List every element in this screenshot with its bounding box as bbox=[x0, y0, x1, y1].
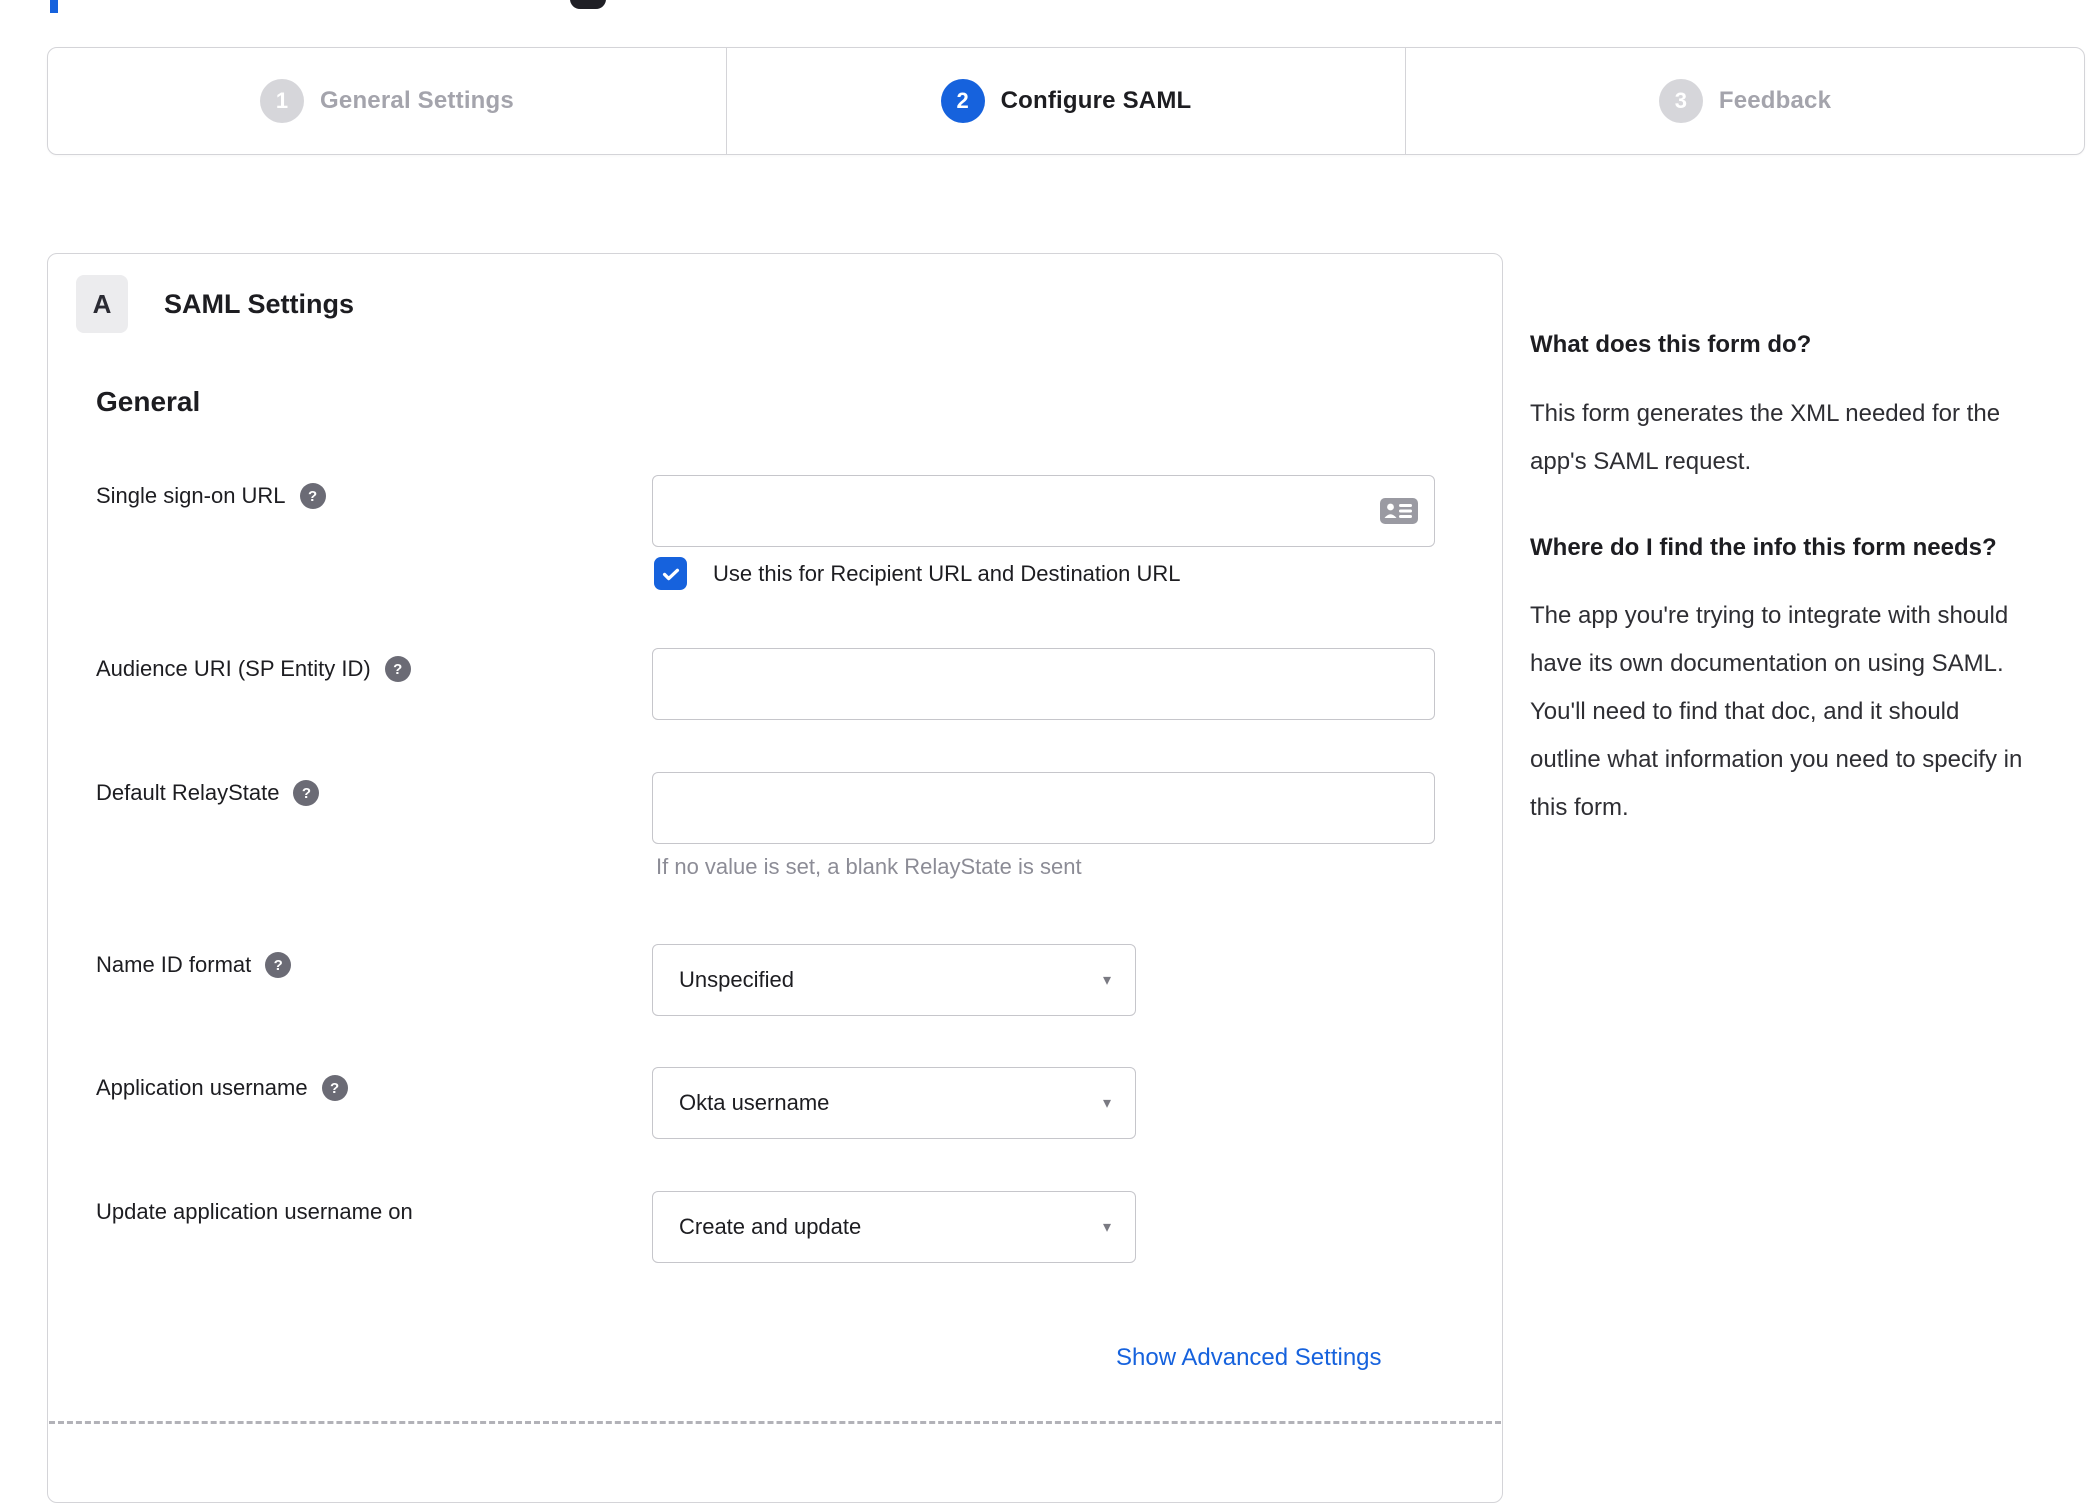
step-feedback[interactable]: 3 Feedback bbox=[1405, 48, 2084, 154]
chevron-down-icon: ▾ bbox=[1102, 1219, 1111, 1236]
help-heading-2: Where do I find the info this form needs… bbox=[1530, 534, 1997, 561]
step-2-number-badge: 2 bbox=[940, 79, 985, 123]
update-username-on-select[interactable]: Create and update ▾ bbox=[652, 1191, 1136, 1263]
name-id-format-label: Name ID format ? bbox=[96, 952, 292, 978]
step-general-settings[interactable]: 1 General Settings bbox=[48, 48, 726, 154]
show-advanced-settings-link[interactable]: Show Advanced Settings bbox=[1116, 1344, 1382, 1372]
audience-uri-label: Audience URI (SP Entity ID) ? bbox=[96, 656, 411, 682]
single-sign-on-url-label: Single sign-on URL ? bbox=[96, 483, 326, 509]
help-icon[interactable]: ? bbox=[384, 656, 411, 682]
application-username-select[interactable]: Okta username ▾ bbox=[652, 1067, 1136, 1139]
name-id-format-value: Unspecified bbox=[679, 967, 794, 992]
step-3-number-badge: 3 bbox=[1658, 79, 1703, 123]
help-body-1: This form generates the XML needed for t… bbox=[1530, 400, 2001, 475]
panel-title: SAML Settings bbox=[164, 289, 355, 319]
step-1-label: General Settings bbox=[320, 87, 514, 114]
chevron-down-icon: ▾ bbox=[1102, 1095, 1111, 1112]
default-relaystate-input-wrap bbox=[652, 772, 1435, 844]
checkmark-icon bbox=[662, 568, 679, 580]
contact-card-icon bbox=[1380, 498, 1418, 524]
dashed-section-divider bbox=[49, 1421, 1501, 1424]
help-icon[interactable]: ? bbox=[321, 1075, 348, 1101]
audience-uri-label-text: Audience URI (SP Entity ID) bbox=[96, 656, 371, 681]
general-section-heading: General bbox=[96, 386, 201, 417]
help-body-2: The app you're trying to integrate with … bbox=[1530, 602, 2023, 821]
audience-uri-input-wrap bbox=[652, 648, 1435, 720]
single-sign-on-url-input[interactable] bbox=[652, 475, 1435, 547]
help-icon[interactable]: ? bbox=[265, 952, 292, 978]
step-1-number-badge: 1 bbox=[260, 79, 305, 123]
saml-settings-panel: A SAML Settings General Single sign-on U… bbox=[47, 253, 1503, 1503]
application-username-value: Okta username bbox=[679, 1090, 830, 1115]
single-sign-on-url-label-text: Single sign-on URL bbox=[96, 483, 286, 508]
single-sign-on-url-input-wrap bbox=[652, 475, 1435, 547]
clipped-blue-fragment bbox=[50, 0, 58, 13]
clipped-dark-icon bbox=[570, 0, 606, 9]
section-a-badge: A bbox=[76, 275, 128, 333]
step-2-label: Configure SAML bbox=[1000, 87, 1192, 114]
application-username-label-text: Application username bbox=[96, 1075, 308, 1100]
wizard-stepper: 1 General Settings 2 Configure SAML 3 Fe… bbox=[47, 47, 2085, 155]
application-username-label: Application username ? bbox=[96, 1075, 348, 1101]
recipient-url-checkbox-label: Use this for Recipient URL and Destinati… bbox=[713, 560, 1181, 586]
default-relaystate-label-text: Default RelayState bbox=[96, 780, 280, 805]
chevron-down-icon: ▾ bbox=[1102, 972, 1111, 989]
name-id-format-select[interactable]: Unspecified ▾ bbox=[652, 944, 1136, 1016]
default-relaystate-input[interactable] bbox=[652, 772, 1435, 844]
step-configure-saml[interactable]: 2 Configure SAML bbox=[726, 48, 1405, 154]
audience-uri-input[interactable] bbox=[652, 648, 1435, 720]
recipient-url-checkbox-row: Use this for Recipient URL and Destinati… bbox=[654, 557, 1181, 590]
relaystate-hint: If no value is set, a blank RelayState i… bbox=[656, 854, 1082, 879]
update-username-on-label: Update application username on bbox=[96, 1199, 413, 1225]
help-icon[interactable]: ? bbox=[299, 483, 326, 509]
default-relaystate-label: Default RelayState ? bbox=[96, 780, 320, 806]
step-3-label: Feedback bbox=[1718, 87, 1832, 114]
name-id-format-label-text: Name ID format bbox=[96, 952, 252, 977]
recipient-url-checkbox[interactable] bbox=[654, 557, 687, 590]
help-heading-1: What does this form do? bbox=[1530, 331, 1812, 358]
update-username-on-label-text: Update application username on bbox=[96, 1199, 413, 1224]
help-icon[interactable]: ? bbox=[293, 780, 320, 806]
update-username-on-value: Create and update bbox=[679, 1214, 862, 1239]
help-sidebar: What does this form do? This form genera… bbox=[1530, 325, 2030, 832]
